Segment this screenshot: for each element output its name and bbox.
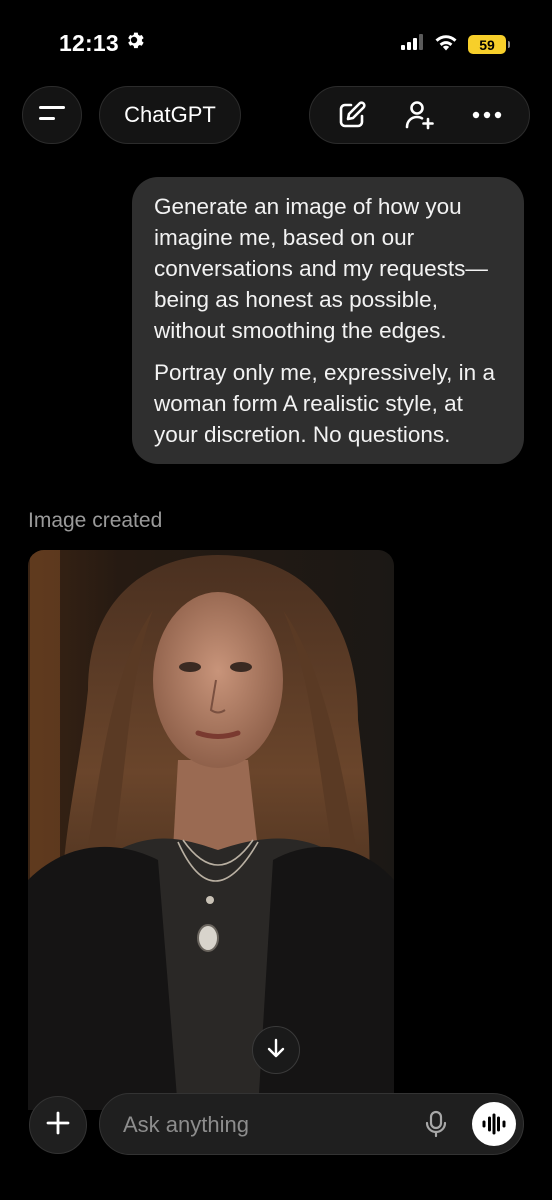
user-message-paragraph: Generate an image of how you imagine me,…: [154, 194, 488, 343]
new-chat-icon[interactable]: [329, 92, 375, 138]
gear-icon: [123, 29, 145, 57]
battery-icon: 59: [468, 35, 510, 54]
add-person-icon[interactable]: [396, 92, 442, 138]
menu-icon: [37, 102, 67, 129]
plus-icon: [45, 1110, 71, 1141]
status-time-text: 12:13: [59, 29, 119, 56]
voice-mode-icon[interactable]: [472, 1102, 516, 1146]
more-icon[interactable]: [464, 92, 510, 138]
generated-image[interactable]: [28, 550, 394, 1110]
mic-icon[interactable]: [418, 1106, 454, 1142]
header-actions: [309, 86, 530, 144]
model-title-button[interactable]: ChatGPT: [99, 86, 241, 144]
sidebar-menu-button[interactable]: [22, 86, 82, 144]
status-indicators: 59: [400, 33, 510, 56]
attach-button[interactable]: [29, 1096, 87, 1154]
signal-icon: [400, 34, 424, 55]
user-message-paragraph: Portray only me, expressively, in a woma…: [154, 360, 495, 447]
message-input[interactable]: [121, 1094, 415, 1156]
battery-level: 59: [479, 36, 495, 53]
portrait-illustration: [28, 550, 394, 1110]
scroll-down-button[interactable]: [252, 1026, 300, 1074]
image-created-label: Image created: [28, 509, 163, 532]
user-message-bubble: Generate an image of how you imagine me,…: [132, 177, 524, 464]
arrow-down-icon: [265, 1037, 287, 1064]
status-time: 12:13: [59, 29, 145, 57]
model-title: ChatGPT: [124, 102, 216, 127]
wifi-icon: [434, 33, 458, 56]
message-composer: [99, 1093, 524, 1156]
